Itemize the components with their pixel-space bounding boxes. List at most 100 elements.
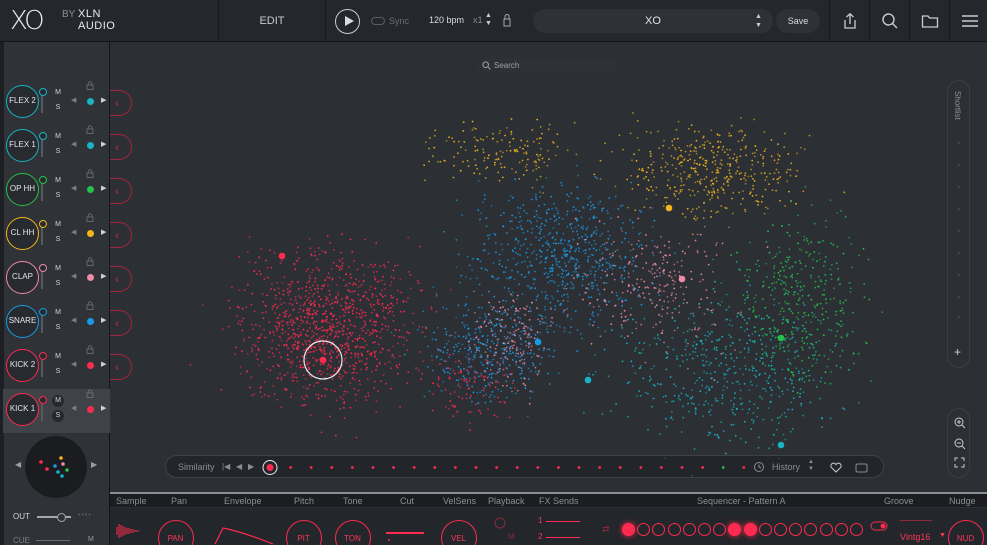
track-pad[interactable]: KICK 1 [6,393,39,426]
selected-sample-marker[interactable] [678,275,686,283]
mute-button[interactable]: M [52,219,64,231]
output-volume-slider[interactable] [37,513,71,522]
fx-send-2-slider[interactable] [546,537,580,538]
minimap-next-icon[interactable]: ▶ [91,460,97,469]
similarity-step[interactable] [330,466,334,469]
previous-sample-icon[interactable]: ◀ [71,228,76,236]
tempo-lock-icon[interactable] [503,13,511,27]
zoom-in-icon[interactable] [954,417,966,429]
selected-sample-marker[interactable] [777,441,785,449]
sample-waveform-icon[interactable] [114,521,144,541]
similarity-step[interactable] [618,466,622,469]
folder-button[interactable] [909,0,949,42]
lock-icon[interactable] [86,81,94,90]
track-pad[interactable]: FLEX 2 [6,85,39,118]
shortlist-panel[interactable]: Shortlist + [947,80,970,368]
pan-knob[interactable]: PAN [158,520,194,545]
lock-icon[interactable] [86,169,94,178]
track-pad[interactable]: FLEX 1 [6,129,39,162]
preset-browse-arrows[interactable]: ▲ ▼ [755,12,762,30]
add-to-shortlist-icon[interactable]: + [954,345,961,359]
tempo-stepper[interactable]: ▲ ▼ [485,12,493,30]
sequencer-step[interactable] [622,523,635,536]
track-volume-fader[interactable] [39,396,47,421]
velocity-sensitivity-knob[interactable]: VEL [441,520,477,545]
track-volume-fader[interactable] [39,264,47,289]
similarity-step[interactable] [557,466,560,469]
similarity-step[interactable] [433,466,437,469]
tone-knob[interactable]: TON [335,520,371,545]
sequencer-step[interactable] [834,523,848,536]
track-volume-fader[interactable] [39,176,47,201]
reverse-playback-icon[interactable] [494,517,506,529]
similarity-step[interactable] [289,466,292,469]
track-pad[interactable]: SNARE [6,305,39,338]
chevron-up-icon[interactable]: ▲ [485,12,492,19]
fx-send-1-slider[interactable] [546,521,580,522]
play-button[interactable] [335,9,360,34]
solo-button[interactable]: S [52,322,64,334]
track-row[interactable]: FLEX 2 M S ◀ ▶ ‹ [3,81,132,125]
selected-sample-marker[interactable] [665,204,673,212]
tab-edit[interactable]: EDIT [218,0,326,42]
previous-sample-icon[interactable]: ◀ [71,96,76,104]
similarity-step[interactable] [598,466,601,469]
sequencer-arrows-icon[interactable]: ⇄ [602,524,610,535]
solo-button[interactable]: S [52,146,64,158]
playback-mode-label[interactable]: M [508,532,515,541]
similarity-steps[interactable] [258,456,858,479]
chevron-down-icon[interactable]: ▼ [485,20,492,27]
lock-icon[interactable] [86,301,94,310]
similarity-step[interactable] [639,466,643,469]
previous-sample-icon[interactable]: ◀ [71,272,76,280]
mute-button[interactable]: M [52,131,64,143]
sequencer-step[interactable] [758,523,772,536]
selected-sample-marker[interactable] [278,252,286,260]
mute-button[interactable]: M [52,263,64,275]
dice-icon[interactable] [855,462,868,473]
similarity-step[interactable] [454,466,457,469]
search-input[interactable]: Search [477,58,618,73]
similarity-step[interactable] [701,466,704,469]
zoom-out-icon[interactable] [954,438,966,450]
track-row[interactable]: CL HH M S ◀ ▶ ‹ [3,213,132,257]
cue-volume-slider[interactable] [36,540,70,541]
next-sample-icon[interactable]: ▶ [101,316,106,324]
mute-button[interactable]: M [52,307,64,319]
selected-sample-marker[interactable] [584,376,592,384]
similarity-step[interactable] [351,466,354,469]
next-sample-icon[interactable]: ▶ [101,360,106,368]
tempo-display[interactable]: 120 bpm [429,15,464,25]
track-row[interactable]: CLAP M S ◀ ▶ ‹ [3,257,132,301]
lock-icon[interactable] [86,345,94,354]
chevron-down-icon[interactable]: ▼ [939,532,946,539]
menu-button[interactable] [949,0,987,42]
tempo-multiplier[interactable]: x1 [473,15,483,25]
pitch-knob[interactable]: PIT [286,520,322,545]
next-sample-icon[interactable]: ▶ [101,96,106,104]
skip-back-icon[interactable]: |◀ [222,462,230,471]
next-sample-icon[interactable]: ▶ [101,404,106,412]
similarity-step[interactable] [392,466,395,469]
solo-button[interactable]: S [52,234,64,246]
lock-icon[interactable] [86,125,94,134]
similarity-step[interactable] [721,466,725,469]
mute-button[interactable]: M [52,87,64,99]
next-sample-icon[interactable]: ▶ [101,184,106,192]
next-icon[interactable]: ▶ [248,462,254,471]
solo-button[interactable]: S [52,190,64,202]
sequencer-step[interactable] [789,523,803,536]
preset-name-field[interactable]: XO [533,9,773,33]
save-button[interactable]: Save [776,9,820,33]
similarity-step[interactable] [309,466,313,469]
previous-sample-icon[interactable]: ◀ [71,360,76,368]
history-icon[interactable] [753,461,765,473]
minimap-prev-icon[interactable]: ◀ [15,460,21,469]
export-button[interactable] [829,0,869,42]
similarity-step[interactable] [660,466,663,469]
sequencer-step[interactable] [667,523,681,536]
lock-icon[interactable] [86,389,94,398]
minimap[interactable] [25,436,87,498]
sequencer-step[interactable] [804,523,818,536]
cue-mute-button[interactable]: M [88,536,94,543]
